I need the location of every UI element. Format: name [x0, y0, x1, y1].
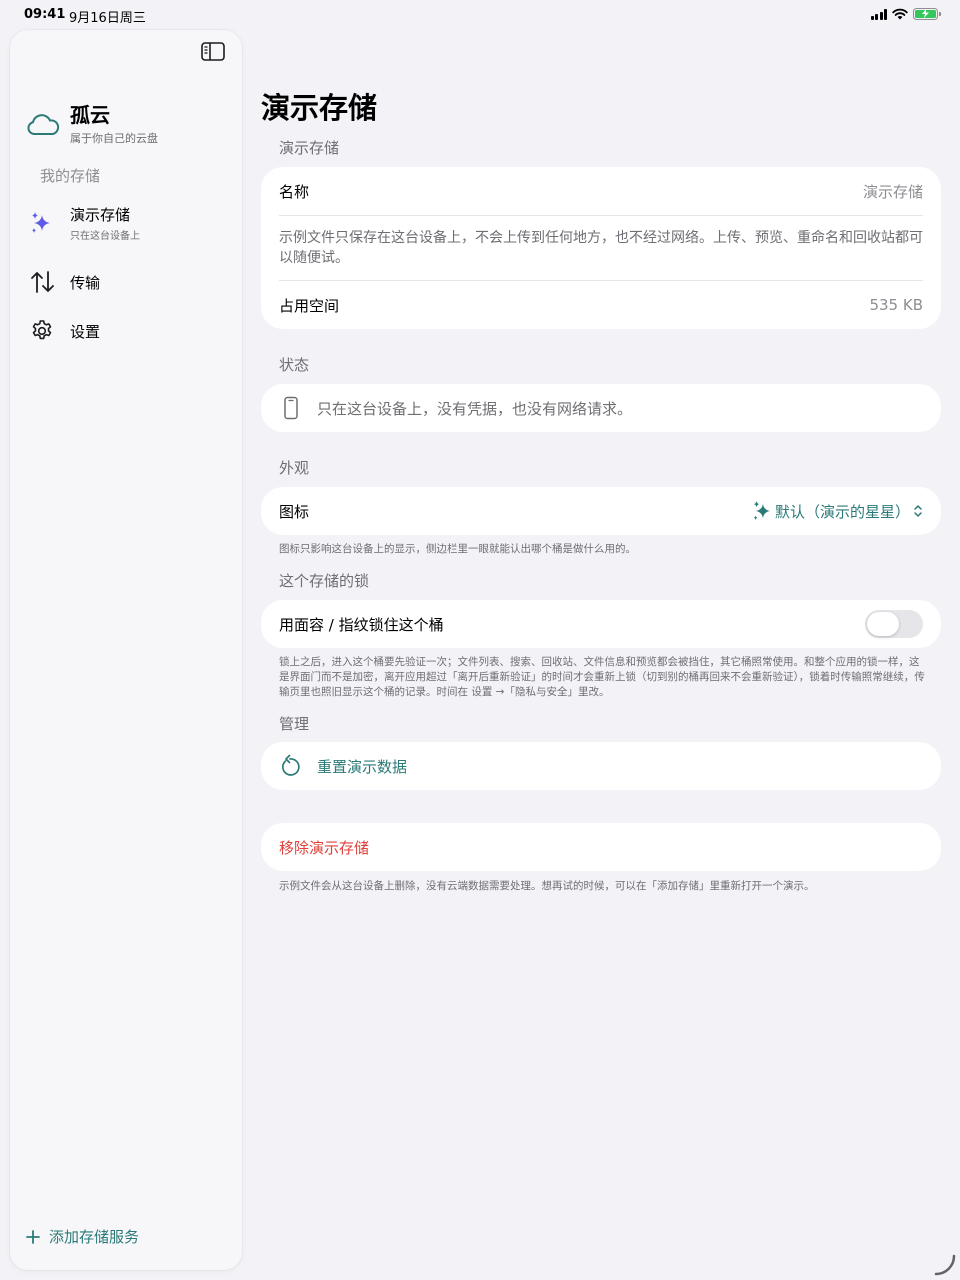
group-label-manage: 管理	[279, 715, 310, 733]
status-bar: 09:41 9月16日周三	[0, 0, 960, 30]
sidebar-toggle-button[interactable]	[200, 40, 226, 62]
status-card: 只在这台设备上，没有凭据，也没有网络请求。	[261, 384, 941, 432]
appearance-footnote: 图标只影响这台设备上的显示，侧边栏里一眼就能认出哪个桶是做什么用的。	[279, 543, 636, 555]
app-subtitle: 属于你自己的云盘	[70, 132, 158, 145]
gear-icon	[32, 320, 52, 340]
name-value: 演示存储	[862, 182, 923, 201]
storage-description: 示例文件只保存在这台设备上，不会上传到任何地方，也不经过网络。上传、预览、重命名…	[279, 230, 923, 266]
sidebar-item-label: 设置	[70, 322, 101, 341]
reset-demo-label: 重置演示数据	[317, 757, 408, 776]
sidebar-item-transfers[interactable]: 传输	[30, 268, 100, 296]
battery-icon	[913, 8, 941, 20]
lock-row: 用面容 / 指纹锁住这个桶	[261, 600, 941, 648]
plus-icon	[26, 1229, 40, 1244]
name-row[interactable]: 名称 演示存储	[261, 167, 941, 215]
usage-label: 占用空间	[279, 296, 340, 315]
remove-card: 移除演示存储	[261, 823, 941, 871]
cloud-icon	[27, 114, 60, 135]
phone-icon	[284, 396, 298, 420]
reset-demo-button[interactable]: 重置演示数据	[261, 742, 941, 790]
lock-toggle-label: 用面容 / 指纹锁住这个桶	[279, 615, 444, 634]
transfer-arrows-icon	[31, 271, 54, 293]
sidebar-section-label: 我的存储	[40, 167, 101, 185]
status-date: 9月16日周三	[69, 11, 146, 26]
sidebar-item-label: 传输	[70, 273, 101, 292]
cellular-signal-icon	[870, 8, 887, 20]
sidebar-item-demo-storage[interactable]: 演示存储 只在这台设备上	[30, 204, 140, 242]
icon-row: 图标 默认（演示的星星）	[261, 487, 941, 535]
sidebar: 孤云 属于你自己的云盘 我的存储 演示存储 只在这台设备上 传输 设置 添加存储…	[10, 30, 242, 1270]
status-time: 09:41	[24, 7, 66, 22]
icon-picker[interactable]: 默认（演示的星星）	[752, 500, 923, 522]
remove-demo-button[interactable]: 移除演示存储	[261, 823, 941, 871]
sidebar-toggle-icon	[201, 41, 225, 61]
group-label-status: 状态	[279, 356, 310, 374]
status-row: 只在这台设备上，没有凭据，也没有网络请求。	[261, 384, 941, 432]
group-label-lock: 这个存储的锁	[279, 572, 370, 590]
lock-card: 用面容 / 指纹锁住这个桶	[261, 600, 941, 648]
sidebar-item-settings[interactable]: 设置	[30, 317, 100, 345]
group-label-storage: 演示存储	[279, 139, 340, 157]
wifi-icon	[892, 8, 908, 20]
status-icons	[870, 8, 941, 20]
appearance-card: 图标 默认（演示的星星）	[261, 487, 941, 535]
manage-card: 重置演示数据	[261, 742, 941, 790]
sparkles-icon	[32, 212, 50, 233]
group-label-appearance: 外观	[279, 459, 310, 477]
sidebar-item-label: 演示存储	[70, 206, 131, 224]
usage-row: 占用空间 535 KB	[261, 281, 941, 329]
name-label: 名称	[279, 182, 310, 201]
lock-footnote: 锁上之后，进入这个桶要先验证一次；文件列表、搜索、回收站、文件信息和预览都会被挡…	[279, 656, 925, 698]
reset-arrow-icon	[281, 754, 300, 776]
storage-info-card: 名称 演示存储 示例文件只保存在这台设备上，不会上传到任何地方，也不经过网络。上…	[261, 167, 941, 329]
brand: 孤云 属于你自己的云盘	[26, 104, 158, 146]
window-resize-handle-icon[interactable]	[932, 1252, 956, 1276]
page-title: 演示存储	[261, 91, 378, 125]
icon-value: 默认（演示的星星）	[774, 502, 910, 521]
sparkles-icon	[753, 501, 771, 521]
chevron-up-down-icon	[914, 505, 922, 517]
icon-label: 图标	[279, 502, 310, 521]
remove-footnote: 示例文件会从这台设备上删除，没有云端数据需要处理。想再试的时候，可以在「添加存储…	[279, 880, 815, 892]
sidebar-item-sublabel: 只在这台设备上	[70, 231, 140, 242]
usage-value: 535 KB	[869, 296, 923, 314]
lock-toggle[interactable]	[865, 610, 923, 638]
app-title: 孤云	[70, 103, 110, 127]
toggle-knob	[867, 612, 899, 636]
add-storage-service-label: 添加存储服务	[49, 1228, 140, 1246]
status-text: 只在这台设备上，没有凭据，也没有网络请求。	[317, 399, 633, 418]
remove-demo-label: 移除演示存储	[279, 838, 370, 857]
add-storage-service-button[interactable]: 添加存储服务	[26, 1226, 139, 1247]
